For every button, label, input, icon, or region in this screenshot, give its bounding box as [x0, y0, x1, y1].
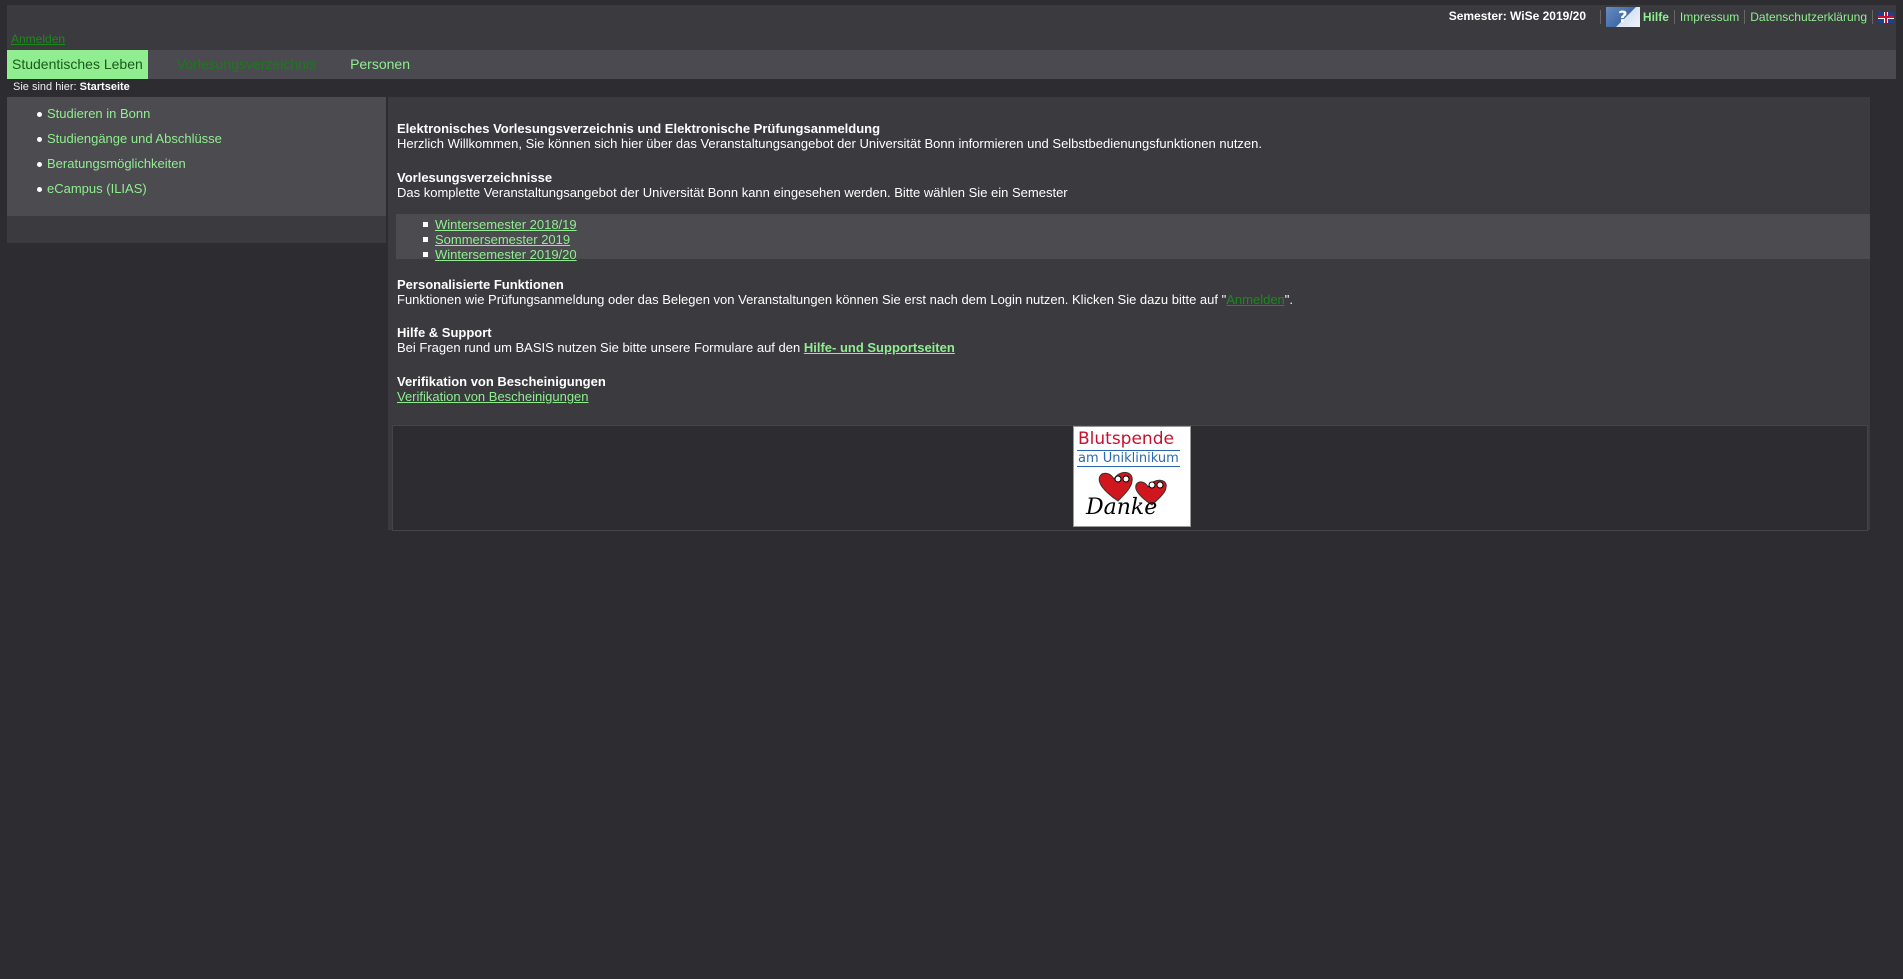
vv-text: Das komplette Veranstaltungsangebot der … — [397, 185, 1068, 200]
sidebar-item-ecampus[interactable]: eCampus (ILIAS) — [7, 176, 386, 201]
divider — [1673, 10, 1675, 24]
impressum-link[interactable]: Impressum — [1680, 9, 1739, 25]
verif-section: Verifikation von Bescheinigungen Verifik… — [397, 374, 606, 404]
intro-heading: Elektronisches Vorlesungsverzeichnis und… — [397, 121, 881, 136]
verif-link[interactable]: Verifikation von Bescheinigungen — [397, 389, 589, 404]
banner-area: Blutspende am Uniklinikum Danke — [392, 425, 1868, 531]
semester-link-ws1920[interactable]: Wintersemester 2019/20 — [435, 247, 577, 262]
vv-section: Vorlesungsverzeichnisse Das komplette Ve… — [397, 170, 1068, 200]
sidebar-menu: Studieren in Bonn Studiengänge und Absch… — [7, 97, 386, 216]
sidebar-item-label[interactable]: Studiengänge und Abschlüsse — [47, 131, 222, 146]
tab-personen[interactable]: Personen — [345, 50, 415, 79]
sidebar-item-beratung[interactable]: Beratungsmöglichkeiten — [7, 151, 386, 176]
help-heading: Hilfe & Support — [397, 325, 492, 340]
help-text-line: Bei Fragen rund um BASIS nutzen Sie bitt… — [397, 340, 955, 355]
sidebar-item-label[interactable]: Studieren in Bonn — [47, 106, 150, 121]
list-item: Wintersemester 2019/20 — [423, 247, 1870, 262]
main-nav: Studentisches Leben Vorlesungsverzeichni… — [7, 50, 1896, 79]
banner-thanks: Danke — [1086, 495, 1158, 520]
semester-link-ss19[interactable]: Sommersemester 2019 — [435, 232, 570, 247]
blood-donation-banner[interactable]: Blutspende am Uniklinikum Danke — [1073, 426, 1191, 527]
vv-heading: Vorlesungsverzeichnisse — [397, 170, 553, 185]
header-links: ? Hilfe Impressum Datenschutzerklärung — [1595, 7, 1894, 27]
pers-text-after: ". — [1284, 292, 1294, 307]
pers-text: Funktionen wie Prüfungsanmeldung oder da… — [397, 292, 1293, 307]
divider — [1599, 10, 1601, 24]
breadcrumb-current: Startseite — [79, 81, 130, 93]
intro-text: Herzlich Willkommen, Sie können sich hie… — [397, 136, 1263, 151]
sidebar-item-studieren[interactable]: Studieren in Bonn — [7, 101, 386, 126]
login-link[interactable]: Anmelden — [11, 32, 65, 46]
list-item: Wintersemester 2018/19 — [423, 217, 1870, 232]
verif-heading: Verifikation von Bescheinigungen — [397, 374, 606, 389]
help-text: Bei Fragen rund um BASIS nutzen Sie bitt… — [397, 340, 804, 355]
english-flag-icon[interactable] — [1878, 11, 1894, 23]
semester-link-ws1819[interactable]: Wintersemester 2018/19 — [435, 217, 577, 232]
help-link[interactable]: Hilfe — [1643, 9, 1669, 25]
main-content: Elektronisches Vorlesungsverzeichnis und… — [388, 97, 1870, 531]
intro-section: Elektronisches Vorlesungsverzeichnis und… — [397, 121, 1262, 151]
sidebar-item-label[interactable]: eCampus (ILIAS) — [47, 181, 147, 196]
pers-heading: Personalisierte Funktionen — [397, 277, 564, 292]
sidebar-item-studiengaenge[interactable]: Studiengänge und Abschlüsse — [7, 126, 386, 151]
breadcrumb-prefix: Sie sind hier: — [13, 81, 77, 93]
pers-section: Personalisierte Funktionen Funktionen wi… — [397, 277, 1293, 307]
sidebar: Studieren in Bonn Studiengänge und Absch… — [7, 97, 386, 243]
tab-vorlesungsverzeichnis[interactable]: Vorlesungsverzeichnis — [172, 50, 321, 79]
pers-login-link[interactable]: Anmelden — [1226, 292, 1285, 307]
divider — [1872, 10, 1873, 24]
header-bar: Semester: WiSe 2019/20 ? Hilfe Impressum… — [7, 5, 1896, 50]
help-icon[interactable]: ? — [1605, 7, 1640, 27]
divider — [1744, 10, 1746, 24]
list-item: Sommersemester 2019 — [423, 232, 1870, 247]
semester-label: Semester: WiSe 2019/20 — [1448, 9, 1586, 23]
support-link[interactable]: Hilfe- und Supportseiten — [804, 340, 955, 355]
pers-text-before: Funktionen wie Prüfungsanmeldung oder da… — [397, 292, 1227, 307]
breadcrumb: Sie sind hier: Startseite — [13, 81, 130, 93]
semester-list: Wintersemester 2018/19 Sommersemester 20… — [396, 214, 1870, 262]
sidebar-item-label[interactable]: Beratungsmöglichkeiten — [47, 156, 186, 171]
tab-studentisches-leben[interactable]: Studentisches Leben — [7, 50, 148, 79]
datenschutz-link[interactable]: Datenschutzerklärung — [1750, 9, 1867, 25]
help-section: Hilfe & Support Bei Fragen rund um BASIS… — [397, 325, 955, 355]
